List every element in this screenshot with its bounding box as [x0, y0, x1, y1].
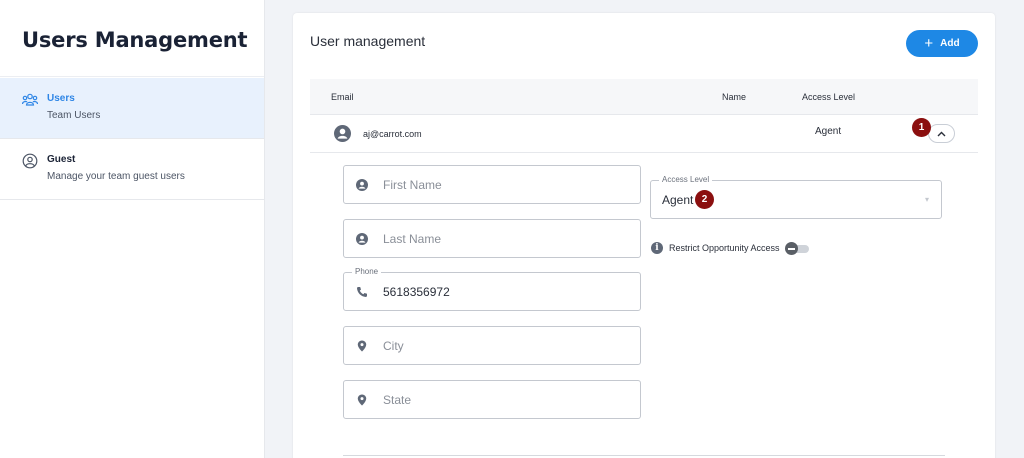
plus-icon: +: [924, 34, 934, 52]
step-badge-1: 1: [912, 118, 931, 137]
person-icon: [356, 233, 368, 245]
sidebar-item-subtitle: Manage your team guest users: [47, 171, 185, 182]
avatar-icon: [334, 125, 351, 142]
state-placeholder: State: [383, 393, 412, 407]
city-field[interactable]: City: [343, 326, 641, 365]
chevron-up-icon: [937, 131, 946, 136]
first-name-field[interactable]: First Name: [343, 165, 641, 204]
restrict-opportunity-access: i Restrict Opportunity Access: [651, 241, 811, 255]
dropdown-arrow-icon: ▾: [924, 195, 929, 204]
table-row[interactable]: aj@carrot.com Agent 1: [310, 115, 978, 153]
city-placeholder: City: [383, 339, 404, 353]
restrict-label: Restrict Opportunity Access: [669, 243, 780, 253]
info-icon: i: [651, 242, 663, 254]
app-title: Users Management: [22, 28, 248, 52]
collapse-row-button[interactable]: [928, 124, 955, 143]
page-title: User management: [310, 33, 426, 49]
last-name-placeholder: Last Name: [383, 232, 442, 246]
access-level-select[interactable]: Access Level Agent ▾ 2: [650, 175, 942, 219]
table-header: Email Name Access Level: [310, 79, 978, 115]
sidebar-item-label: Guest: [47, 154, 76, 165]
guest-icon: [22, 153, 38, 169]
sidebar-item-label: Users: [47, 93, 75, 104]
column-header-name: Name: [722, 92, 747, 102]
phone-field[interactable]: Phone 5618356972: [343, 267, 641, 311]
toggle-knob: [784, 242, 798, 255]
location-pin-icon: [357, 340, 367, 352]
phone-icon: [357, 287, 367, 297]
restrict-opportunity-toggle[interactable]: [784, 242, 811, 255]
row-email: aj@carrot.com: [363, 129, 422, 139]
users-icon: [22, 93, 38, 106]
sidebar-item-users[interactable]: Users Team Users: [0, 78, 264, 139]
add-button-label: Add: [940, 38, 960, 49]
person-icon: [356, 179, 368, 191]
location-pin-icon: [357, 394, 367, 406]
column-header-email: Email: [331, 92, 354, 102]
access-level-label: Access Level: [659, 175, 713, 184]
sidebar-item-subtitle: Team Users: [47, 110, 101, 121]
sidebar-item-guest[interactable]: Guest Manage your team guest users: [0, 139, 264, 200]
phone-label: Phone: [352, 267, 382, 276]
access-level-value: Agent: [662, 193, 694, 207]
sidebar: Users Management Users Team Users Guest …: [0, 0, 265, 458]
divider: [343, 455, 945, 456]
state-field[interactable]: State: [343, 380, 641, 419]
add-user-button[interactable]: + Add: [906, 30, 978, 57]
step-badge-2: 2: [695, 190, 714, 209]
phone-value: 5618356972: [383, 285, 450, 299]
column-header-access-level: Access Level: [802, 92, 856, 102]
divider: [0, 76, 264, 77]
user-management-card: User management + Add Email Name Access …: [293, 13, 995, 458]
first-name-placeholder: First Name: [383, 178, 442, 192]
row-access-level: Agent: [815, 126, 842, 137]
last-name-field[interactable]: Last Name: [343, 219, 641, 258]
